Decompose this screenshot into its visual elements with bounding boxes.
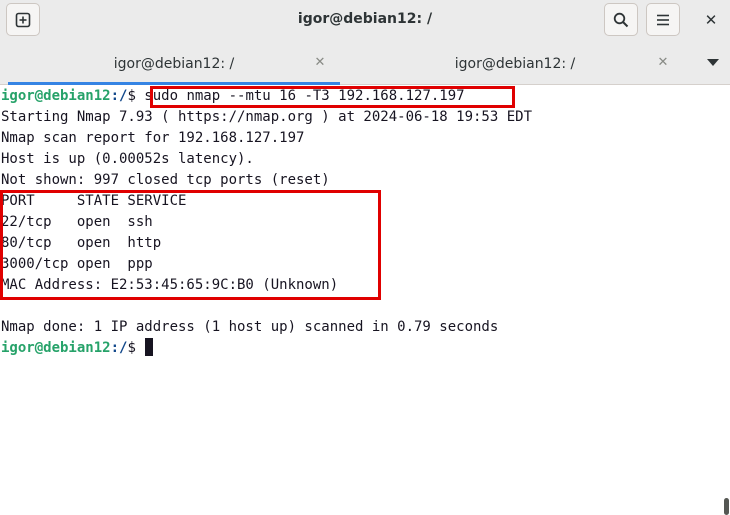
header-bar: igor@debian12: / ✕ (0, 0, 730, 40)
output-line: Not shown: 997 closed tcp ports (reset) (1, 172, 330, 188)
prompt-user: igor@debian12 (1, 340, 111, 356)
terminal-window: igor@debian12: / ✕ igor@debian12: / ✕ ig… (0, 0, 730, 515)
tab-close-icon[interactable]: ✕ (654, 54, 672, 72)
terminal-output[interactable]: igor@debian12:/$ sudo nmap --mtu 16 -T3 … (0, 86, 722, 515)
tab-label: igor@debian12: / (113, 56, 235, 72)
tab-bar: igor@debian12: / ✕ igor@debian12: / ✕ (0, 40, 730, 85)
close-icon: ✕ (704, 11, 718, 29)
terminal-scrollbar[interactable] (722, 86, 730, 515)
window-close-button[interactable]: ✕ (697, 8, 725, 32)
tab-1[interactable]: igor@debian12: / ✕ (8, 45, 340, 85)
tab-2[interactable]: igor@debian12: / ✕ (345, 45, 685, 85)
command-highlight-box (150, 86, 515, 108)
chevron-down-icon (707, 59, 719, 66)
tab-label: igor@debian12: / (454, 56, 576, 72)
scrollbar-thumb[interactable] (724, 498, 729, 515)
output-line: Nmap scan report for 192.168.127.197 (1, 130, 305, 146)
prompt-symbol: $ (127, 340, 145, 356)
search-icon (613, 12, 629, 27)
tab-close-icon[interactable]: ✕ (311, 54, 329, 72)
output-line: Starting Nmap 7.93 ( https://nmap.org ) … (1, 109, 533, 125)
new-tab-button[interactable] (6, 3, 40, 36)
prompt-path: :/ (110, 88, 128, 104)
text-cursor (145, 338, 154, 356)
tabs-dropdown-button[interactable] (702, 54, 724, 72)
active-tab-indicator (8, 82, 340, 85)
ports-highlight-box (0, 190, 381, 300)
output-line: Nmap done: 1 IP address (1 host up) scan… (1, 319, 499, 335)
hamburger-menu-icon (657, 14, 669, 25)
prompt-user: igor@debian12 (1, 88, 111, 104)
menu-button[interactable] (646, 3, 680, 36)
prompt-symbol: $ (127, 88, 145, 104)
new-tab-icon (15, 12, 31, 27)
prompt-line: igor@debian12:/$ (1, 338, 154, 359)
output-line: Host is up (0.00052s latency). (1, 151, 254, 167)
search-button[interactable] (604, 3, 638, 36)
prompt-path: :/ (110, 340, 128, 356)
